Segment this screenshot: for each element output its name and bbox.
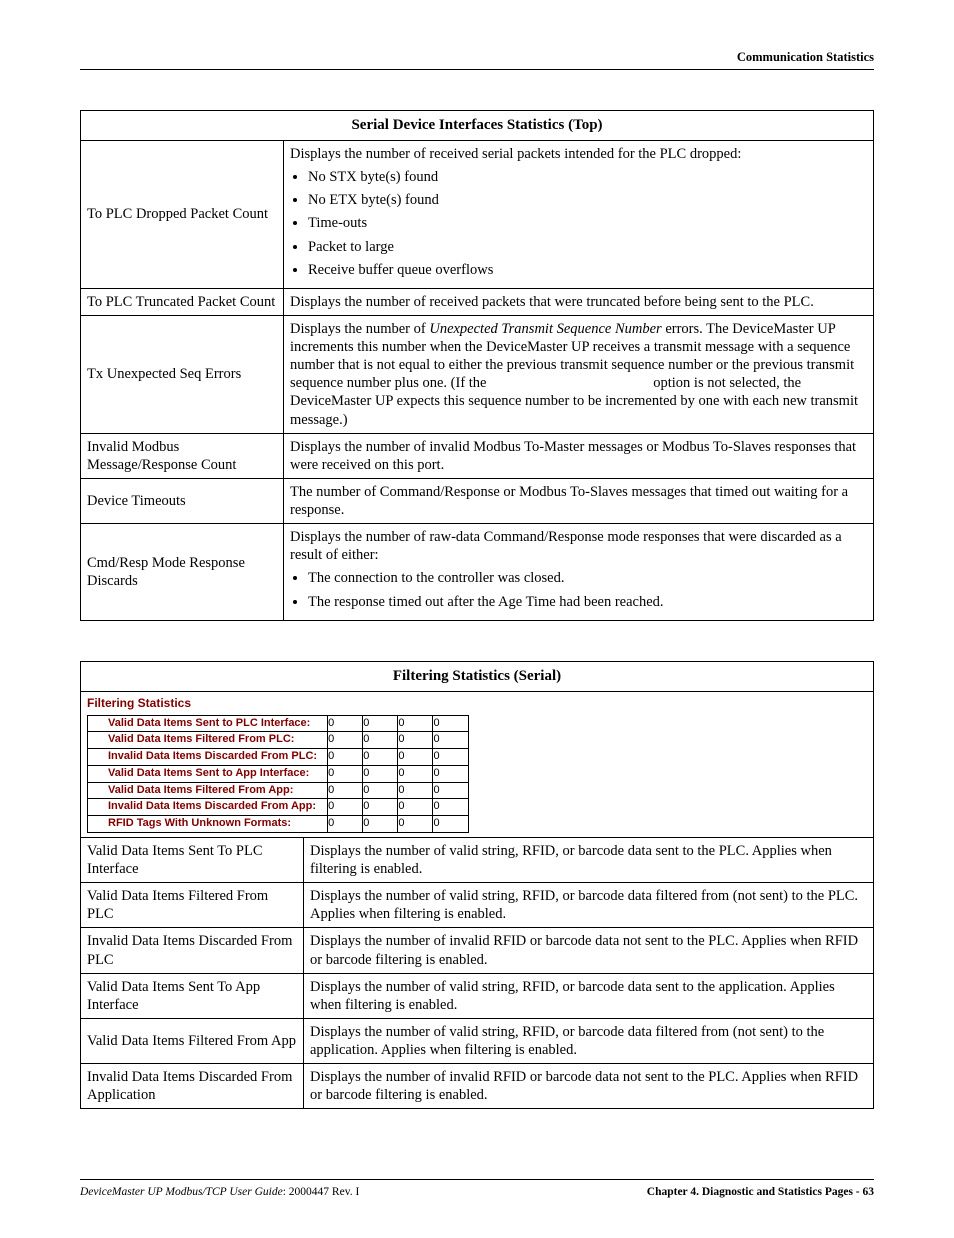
figure-value: 0 xyxy=(328,765,363,782)
row-label: Invalid Data Items Discarded From PLC xyxy=(81,928,304,973)
footer-left: DeviceMaster UP Modbus/TCP User Guide: 2… xyxy=(80,1186,359,1198)
figure-row-label: RFID Tags With Unknown Formats: xyxy=(88,816,328,833)
figure-value: 0 xyxy=(328,799,363,816)
row-label: Valid Data Items Sent To PLC Interface xyxy=(81,837,304,882)
figure-value: 0 xyxy=(328,749,363,766)
figure-value: 0 xyxy=(433,799,468,816)
row-desc: Displays the number of valid string, RFI… xyxy=(304,837,874,882)
page-footer: DeviceMaster UP Modbus/TCP User Guide: 2… xyxy=(80,1179,874,1198)
filtering-stats-table: Filtering Statistics (Serial) Filtering … xyxy=(80,661,874,1110)
italic-term: Unexpected Transmit Sequence Number xyxy=(429,321,661,337)
row-desc: Displays the number of valid string, RFI… xyxy=(304,1018,874,1063)
figure-value: 0 xyxy=(398,816,433,833)
row-label: Valid Data Items Filtered From App xyxy=(81,1018,304,1063)
figure-row-label: Valid Data Items Filtered From App: xyxy=(88,782,328,799)
row-label: Valid Data Items Sent To App Interface xyxy=(81,973,304,1018)
figure-value: 0 xyxy=(433,715,468,732)
figure-value: 0 xyxy=(363,749,398,766)
figure-value: 0 xyxy=(433,765,468,782)
figure-value: 0 xyxy=(398,799,433,816)
figure-value: 0 xyxy=(363,715,398,732)
row-label: Invalid Modbus Message/Response Count xyxy=(81,433,284,478)
bullet: The response timed out after the Age Tim… xyxy=(308,593,867,611)
bullet: The connection to the controller was clo… xyxy=(308,569,867,587)
row-label: To PLC Truncated Packet Count xyxy=(81,288,284,315)
figure-value: 0 xyxy=(363,816,398,833)
bullet: No ETX byte(s) found xyxy=(308,191,867,209)
row-label: Tx Unexpected Seq Errors xyxy=(81,315,284,433)
row-desc: Displays the number of received packets … xyxy=(284,288,874,315)
table2-title: Filtering Statistics (Serial) xyxy=(81,661,874,691)
intro-text: Displays the number of raw-data Command/… xyxy=(290,528,867,564)
figure-value: 0 xyxy=(398,765,433,782)
page-section-header: Communication Statistics xyxy=(80,50,874,70)
figure-row-label: Valid Data Items Filtered From PLC: xyxy=(88,732,328,749)
row-desc: Displays the number of valid string, RFI… xyxy=(304,883,874,928)
row-desc: Displays the number of Unexpected Transm… xyxy=(284,315,874,433)
figure-value: 0 xyxy=(398,715,433,732)
row-label: Invalid Data Items Discarded From Applic… xyxy=(81,1064,304,1109)
row-desc: Displays the number of invalid RFID or b… xyxy=(304,928,874,973)
bullet: Packet to large xyxy=(308,238,867,256)
figure-value: 0 xyxy=(433,782,468,799)
figure-value: 0 xyxy=(433,732,468,749)
row-desc: Displays the number of invalid Modbus To… xyxy=(284,433,874,478)
figure-row-label: Valid Data Items Sent to App Interface: xyxy=(88,765,328,782)
footer-title: DeviceMaster UP Modbus/TCP User Guide xyxy=(80,1186,283,1198)
intro-text: Displays the number of received serial p… xyxy=(290,145,867,163)
row-label: Cmd/Resp Mode Response Discards xyxy=(81,524,284,621)
figure-table: Valid Data Items Sent to PLC Interface:0… xyxy=(87,715,469,833)
row-desc: The number of Command/Response or Modbus… xyxy=(284,478,874,523)
figure-value: 0 xyxy=(433,816,468,833)
figure-value: 0 xyxy=(363,732,398,749)
row-label: To PLC Dropped Packet Count xyxy=(81,141,284,289)
figure-value: 0 xyxy=(398,782,433,799)
figure-value: 0 xyxy=(328,732,363,749)
footer-rev: : 2000447 Rev. I xyxy=(283,1186,360,1198)
figure-row-label: Valid Data Items Sent to PLC Interface: xyxy=(88,715,328,732)
bullet: Time-outs xyxy=(308,214,867,232)
row-label: Valid Data Items Filtered From PLC xyxy=(81,883,304,928)
figure-value: 0 xyxy=(398,749,433,766)
figure-value: 0 xyxy=(398,732,433,749)
figure-value: 0 xyxy=(328,782,363,799)
figure-value: 0 xyxy=(328,715,363,732)
bullet: No STX byte(s) found xyxy=(308,168,867,186)
figure-row-label: Invalid Data Items Discarded From App: xyxy=(88,799,328,816)
row-desc: Displays the number of received serial p… xyxy=(284,141,874,289)
row-desc: Displays the number of valid string, RFI… xyxy=(304,973,874,1018)
row-desc: Displays the number of invalid RFID or b… xyxy=(304,1064,874,1109)
figure-value: 0 xyxy=(363,765,398,782)
figure-heading: Filtering Statistics xyxy=(87,696,867,711)
table1-title: Serial Device Interfaces Statistics (Top… xyxy=(81,111,874,141)
row-label: Device Timeouts xyxy=(81,478,284,523)
text: Displays the number of xyxy=(290,321,429,337)
bullet: Receive buffer queue overflows xyxy=(308,261,867,279)
figure-value: 0 xyxy=(363,782,398,799)
filtering-figure-cell: Filtering Statistics Valid Data Items Se… xyxy=(81,691,874,837)
figure-value: 0 xyxy=(363,799,398,816)
serial-stats-table: Serial Device Interfaces Statistics (Top… xyxy=(80,110,874,621)
row-desc: Displays the number of raw-data Command/… xyxy=(284,524,874,621)
figure-value: 0 xyxy=(328,816,363,833)
figure-value: 0 xyxy=(433,749,468,766)
figure-row-label: Invalid Data Items Discarded From PLC: xyxy=(88,749,328,766)
footer-right: Chapter 4. Diagnostic and Statistics Pag… xyxy=(647,1186,874,1198)
